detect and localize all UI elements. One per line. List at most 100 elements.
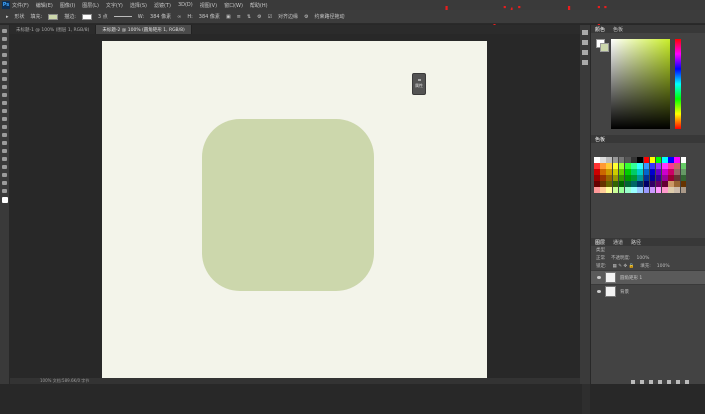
swatch-cell[interactable] xyxy=(680,157,687,163)
color-picker-field[interactable] xyxy=(611,39,670,129)
swatch-cell[interactable] xyxy=(668,169,674,175)
swatch-cell[interactable] xyxy=(618,163,625,169)
layer-row-background[interactable]: 背景 xyxy=(591,284,705,298)
swatch-cell[interactable] xyxy=(637,169,643,175)
swatch-cell[interactable] xyxy=(649,187,656,193)
mode-select[interactable]: 形状 xyxy=(15,13,25,20)
type-tool-icon[interactable] xyxy=(2,149,7,153)
swatch-cell[interactable] xyxy=(680,187,687,193)
swatch-cell[interactable] xyxy=(655,181,662,187)
swatch-cell[interactable] xyxy=(612,169,619,175)
swatch-cell[interactable] xyxy=(643,187,650,193)
fill-swatch[interactable] xyxy=(48,13,59,20)
swatch-cell[interactable] xyxy=(600,175,606,181)
swatch-cell[interactable] xyxy=(662,157,668,163)
swatch-cell[interactable] xyxy=(643,163,650,169)
swatch-cell[interactable] xyxy=(612,157,619,163)
swatch-cell[interactable] xyxy=(662,169,668,175)
path-select-tool-icon[interactable] xyxy=(2,157,7,161)
new-layer-icon[interactable] xyxy=(676,380,680,384)
opacity-field[interactable]: 100% xyxy=(637,256,650,261)
swatch-cell[interactable] xyxy=(674,157,681,163)
swatch-cell[interactable] xyxy=(624,169,631,175)
menu-3d[interactable]: 3D(D) xyxy=(178,2,193,8)
crop-tool-icon[interactable] xyxy=(2,61,7,65)
swatch-cell[interactable] xyxy=(637,187,643,193)
swatch-cell[interactable] xyxy=(668,187,674,193)
swatch-cell[interactable] xyxy=(674,169,681,175)
properties-mini-panel[interactable]: 属性 xyxy=(412,73,426,95)
swatch-cell[interactable] xyxy=(594,175,600,181)
layer-row-shape[interactable]: 圆角矩形 1 xyxy=(591,270,705,284)
shape-tool-icon[interactable] xyxy=(2,165,7,169)
tab-document-1[interactable]: 未标题-1 @ 100% (图层 1, RGB/8) xyxy=(10,25,97,34)
tab-color[interactable]: 颜色 xyxy=(595,26,605,33)
menu-edit[interactable]: 编辑(E) xyxy=(36,2,53,9)
swatch-cell[interactable] xyxy=(612,175,619,181)
swatch-cell[interactable] xyxy=(674,187,681,193)
swatch-cell[interactable] xyxy=(624,181,631,187)
blur-tool-icon[interactable] xyxy=(2,125,7,129)
swatch-cell[interactable] xyxy=(618,175,625,181)
lasso-tool-icon[interactable] xyxy=(2,45,7,49)
swatch-cell[interactable] xyxy=(600,169,606,175)
hue-slider[interactable] xyxy=(675,39,681,129)
move-tool-icon[interactable] xyxy=(2,29,7,33)
menu-window[interactable]: 窗口(W) xyxy=(224,2,243,9)
swatch-cell[interactable] xyxy=(637,181,643,187)
swatch-cell[interactable] xyxy=(618,169,625,175)
swatch-cell[interactable] xyxy=(594,157,600,163)
swatch-cell[interactable] xyxy=(618,181,625,187)
swatch-cell[interactable] xyxy=(594,163,600,169)
swatch-cell[interactable] xyxy=(631,163,637,169)
foreground-color-swatch[interactable] xyxy=(600,43,609,52)
quick-select-tool-icon[interactable] xyxy=(2,53,7,57)
menu-type[interactable]: 文字(Y) xyxy=(106,2,123,9)
swatch-cell[interactable] xyxy=(600,163,606,169)
swatch-cell[interactable] xyxy=(662,187,668,193)
align-edges-checkbox[interactable]: ☑ xyxy=(268,14,272,20)
swatch-cell[interactable] xyxy=(649,163,656,169)
rounded-rectangle-shape[interactable] xyxy=(202,119,374,291)
swatch-cell[interactable] xyxy=(649,181,656,187)
swatch-cell[interactable] xyxy=(668,163,674,169)
history-brush-tool-icon[interactable] xyxy=(2,101,7,105)
swatch-cell[interactable] xyxy=(680,169,687,175)
stroke-type-select[interactable] xyxy=(113,16,132,17)
tab-swatches-panel[interactable]: 色板 xyxy=(595,136,605,143)
swatch-cell[interactable] xyxy=(668,157,674,163)
swatch-cell[interactable] xyxy=(618,157,625,163)
tab-swatches[interactable]: 色板 xyxy=(613,26,623,33)
gear-icon[interactable]: ⚙ xyxy=(257,14,261,20)
tool-preset-icon[interactable]: ▸ xyxy=(6,14,9,20)
swatch-cell[interactable] xyxy=(655,157,662,163)
visibility-eye-icon[interactable] xyxy=(597,276,601,279)
eyedropper-tool-icon[interactable] xyxy=(2,69,7,73)
link-layers-icon[interactable] xyxy=(631,380,635,384)
brush-tool-icon[interactable] xyxy=(2,85,7,89)
link-icon[interactable]: ∞ xyxy=(177,14,181,20)
marquee-tool-icon[interactable] xyxy=(2,37,7,41)
swatch-cell[interactable] xyxy=(649,169,656,175)
swatch-cell[interactable] xyxy=(624,175,631,181)
tab-document-2[interactable]: 未标题-2 @ 100% (圆角矩形 1, RGB/8) xyxy=(96,25,192,34)
swatch-cell[interactable] xyxy=(680,163,687,169)
swatch-cell[interactable] xyxy=(631,181,637,187)
swatch-cell[interactable] xyxy=(624,163,631,169)
swatch-cell[interactable] xyxy=(631,175,637,181)
swatch-cell[interactable] xyxy=(649,175,656,181)
swatch-cell[interactable] xyxy=(649,157,656,163)
swatch-cell[interactable] xyxy=(662,175,668,181)
swatch-cell[interactable] xyxy=(606,187,612,193)
path-ops-icon[interactable]: ▣ xyxy=(226,14,231,20)
swatch-cell[interactable] xyxy=(655,169,662,175)
kind-filter[interactable]: 类型 xyxy=(596,247,605,253)
brush-settings-icon[interactable] xyxy=(582,50,588,55)
swatch-cell[interactable] xyxy=(637,175,643,181)
swatch-cell[interactable] xyxy=(624,187,631,193)
tab-paths[interactable]: 路径 xyxy=(631,239,641,246)
menu-layer[interactable]: 图层(L) xyxy=(82,2,99,9)
menu-view[interactable]: 视图(V) xyxy=(200,2,217,9)
settings-icon[interactable]: ⚙ xyxy=(304,14,308,20)
swatch-cell[interactable] xyxy=(662,181,668,187)
